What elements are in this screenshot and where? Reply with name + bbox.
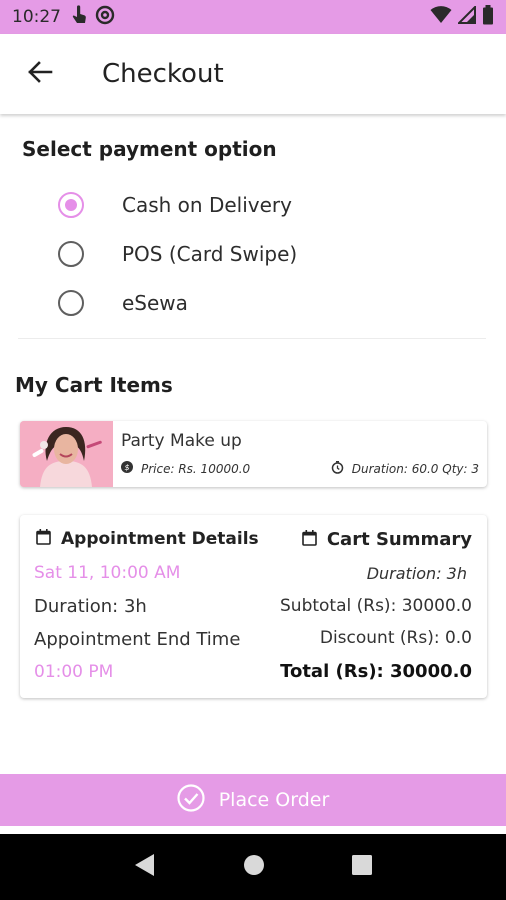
calendar-icon [302, 529, 317, 550]
home-circle-icon[interactable] [243, 854, 265, 880]
signal-icon [456, 4, 476, 28]
payment-option-cash-on-delivery[interactable]: Cash on Delivery [58, 187, 292, 223]
battery-icon [482, 5, 494, 29]
recents-square-icon[interactable] [352, 855, 373, 879]
appointment-details-title: Appointment Details [61, 529, 259, 549]
svg-text:$: $ [124, 463, 129, 472]
back-triangle-icon[interactable] [134, 853, 156, 881]
payment-option-esewa[interactable]: eSewa [58, 285, 188, 321]
summary-subtotal: Subtotal (Rs): 30000.0 [280, 596, 472, 616]
summary-duration: Duration: 3h [366, 564, 467, 583]
cart-item-price: Price: Rs. 10000.0 [141, 461, 251, 476]
arrow-left-icon [27, 61, 53, 87]
divider [18, 338, 486, 339]
at-sign-icon [95, 5, 115, 29]
appointment-end-time: 01:00 PM [34, 662, 114, 682]
payment-option-label: eSewa [122, 291, 188, 315]
check-circle-icon [177, 784, 205, 816]
cart-item-duration-qty: Duration: 60.0 Qty: 3 [351, 462, 479, 476]
payment-section-title: Select payment option [22, 137, 277, 161]
radio-unselected-icon[interactable] [58, 241, 84, 267]
hand-touch-icon [71, 5, 87, 29]
payment-option-label: Cash on Delivery [122, 193, 292, 217]
summary-total: Total (Rs): 30000.0 [280, 661, 472, 682]
cart-item-image [20, 421, 113, 487]
cart-item-card[interactable]: Party Make up $ Price: Rs. 10000.0 Durat… [20, 421, 487, 487]
status-time: 10:27 [12, 7, 61, 27]
status-bar: 10:27 [0, 0, 506, 34]
summary-discount: Discount (Rs): 0.0 [319, 628, 472, 648]
dollar-circle-icon: $ [121, 461, 133, 476]
cart-section-title: My Cart Items [15, 373, 173, 397]
appointment-end-time-label: Appointment End Time [34, 629, 241, 650]
back-button[interactable] [20, 54, 60, 94]
appointment-date-time: Sat 11, 10:00 AM [34, 563, 181, 583]
payment-option-label: POS (Card Swipe) [122, 242, 298, 266]
calendar-icon [36, 529, 51, 549]
radio-selected-icon[interactable] [58, 192, 84, 218]
system-nav-bar [0, 834, 506, 900]
wifi-icon [430, 6, 452, 28]
cart-summary-title: Cart Summary [326, 529, 472, 550]
place-order-label: Place Order [218, 789, 330, 811]
appointment-duration: Duration: 3h [34, 596, 147, 617]
app-bar: Checkout [0, 34, 506, 114]
place-order-button[interactable]: Place Order [0, 774, 506, 826]
appointment-summary-card: Appointment Details Sat 11, 10:00 AM Dur… [20, 515, 487, 698]
payment-option-pos[interactable]: POS (Card Swipe) [58, 236, 297, 272]
cart-item-name: Party Make up [121, 431, 242, 451]
page-title: Checkout [102, 59, 224, 89]
timer-icon [331, 461, 344, 477]
radio-unselected-icon[interactable] [58, 290, 84, 316]
